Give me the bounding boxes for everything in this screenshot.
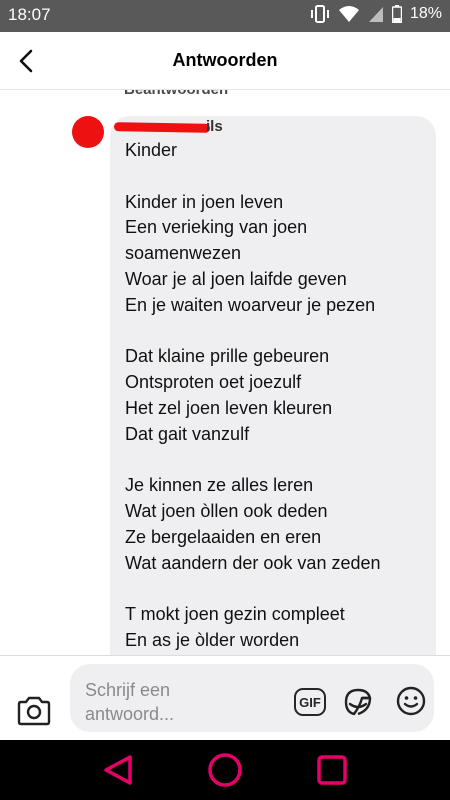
nav-back-button[interactable]	[100, 752, 136, 788]
gif-icon: GIF	[299, 694, 321, 710]
signal-icon	[368, 5, 384, 23]
vibrate-icon	[310, 5, 330, 23]
username-redacted[interactable]: ils	[113, 118, 224, 135]
battery-icon	[391, 5, 402, 23]
camera-button[interactable]	[16, 696, 52, 728]
nav-home-button[interactable]	[207, 752, 243, 788]
camera-icon	[17, 696, 51, 726]
sticker-button[interactable]	[340, 684, 376, 720]
nav-recents-button[interactable]	[315, 753, 349, 787]
gif-button[interactable]: GIF	[294, 688, 326, 716]
nav-back-icon	[104, 755, 132, 785]
status-time: 18:07	[8, 5, 51, 24]
comment-bubble: ils Kinder Kinder in joen leven Een veri…	[110, 116, 436, 655]
nav-home-icon	[208, 753, 242, 787]
comment-text: Kinder Kinder in joen leven Een veriekin…	[125, 140, 381, 651]
comment-thread[interactable]: Beantwoorden ils Kinder Kinder in joen l…	[0, 90, 450, 655]
system-nav-bar	[0, 740, 450, 800]
avatar[interactable]	[72, 116, 104, 148]
nav-recents-icon	[317, 755, 347, 785]
battery-percent: 18%	[409, 5, 442, 22]
status-icons: 18%	[310, 5, 442, 23]
status-bar: 18:07 18%	[0, 0, 450, 32]
redaction-mark	[113, 122, 211, 133]
wifi-icon	[338, 5, 360, 23]
reply-input[interactable]: Schrijf een antwoord... GIF	[70, 664, 434, 732]
emoji-icon	[396, 686, 426, 716]
composer-bar: Schrijf een antwoord... GIF	[0, 655, 450, 740]
sticker-icon	[344, 688, 372, 716]
page-title: Antwoorden	[172, 50, 278, 70]
header: Antwoorden	[0, 32, 450, 90]
reply-placeholder: Schrijf een antwoord...	[85, 680, 175, 724]
reply-link-cutoff[interactable]: Beantwoorden	[124, 90, 228, 98]
emoji-button[interactable]	[394, 684, 428, 718]
username-fragment: ils	[206, 118, 223, 135]
